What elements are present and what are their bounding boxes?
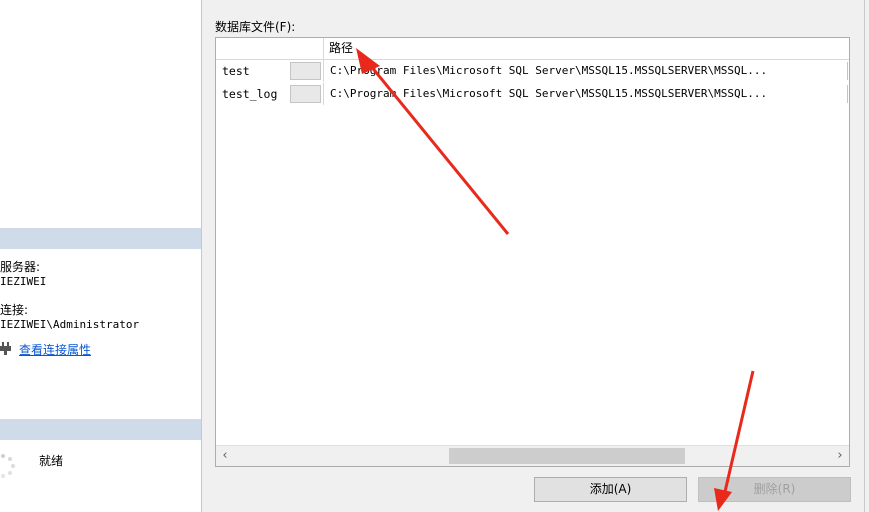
view-connection-properties-link[interactable]: 查看连接属性 bbox=[19, 341, 91, 358]
scrollbar-thumb[interactable] bbox=[449, 448, 685, 464]
horizontal-scrollbar[interactable]: ‹ › bbox=[216, 445, 849, 466]
file-type-cell[interactable] bbox=[290, 85, 321, 103]
cell-edge bbox=[847, 62, 849, 80]
file-path-cell[interactable]: C:\Program Files\Microsoft SQL Server\MS… bbox=[323, 60, 847, 82]
file-name-cell[interactable]: test bbox=[216, 60, 289, 82]
database-files-label: 数据库文件(F): bbox=[215, 20, 296, 34]
table-row[interactable]: test C:\Program Files\Microsoft SQL Serv… bbox=[216, 60, 849, 82]
column-header-path[interactable]: 路径 bbox=[323, 38, 843, 59]
file-type-cell[interactable] bbox=[290, 62, 321, 80]
table-row[interactable]: test_log C:\Program Files\Microsoft SQL … bbox=[216, 83, 849, 105]
window-right-edge bbox=[864, 0, 869, 512]
spinner-icon bbox=[1, 454, 15, 478]
remove-button[interactable]: 删除(R) bbox=[698, 477, 851, 502]
connection-section-header: 接 bbox=[0, 228, 201, 249]
connection-label: 连接: bbox=[0, 303, 29, 317]
file-name-cell[interactable]: test_log bbox=[216, 83, 289, 105]
header-blank-cell bbox=[216, 38, 323, 59]
server-value: IEZIWEI bbox=[0, 275, 47, 288]
add-button[interactable]: 添加(A) bbox=[534, 477, 687, 502]
file-path-cell[interactable]: C:\Program Files\Microsoft SQL Server\MS… bbox=[323, 83, 847, 105]
chevron-left-icon[interactable]: ‹ bbox=[216, 446, 234, 466]
progress-section-header: 度 bbox=[0, 419, 201, 440]
chevron-right-icon[interactable]: › bbox=[831, 446, 849, 466]
grid-header: 路径 bbox=[216, 38, 849, 60]
database-files-grid[interactable]: 路径 test C:\Program Files\Microsoft SQL S… bbox=[215, 37, 850, 467]
status-text: 就绪 bbox=[39, 454, 64, 468]
cell-edge bbox=[847, 85, 849, 103]
server-label: 服务器: bbox=[0, 260, 41, 274]
plug-icon bbox=[0, 342, 11, 355]
connection-value: IEZIWEI\Administrator bbox=[0, 318, 140, 331]
left-pane: 接 服务器: IEZIWEI 连接: IEZIWEI\Administrator… bbox=[0, 0, 202, 512]
